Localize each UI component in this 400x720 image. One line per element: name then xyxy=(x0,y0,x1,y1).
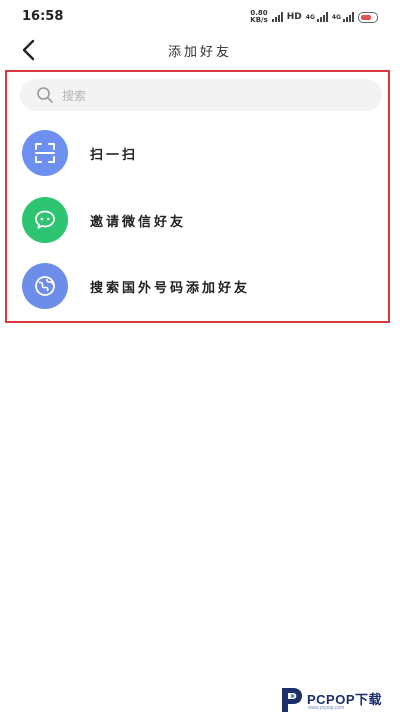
wechat-icon-badge xyxy=(22,197,68,243)
nav-bar: 添加好友 xyxy=(0,32,400,68)
hd-label: HD xyxy=(286,12,302,22)
status-icons: 0.80 KB/s HD 4G 4G xyxy=(250,10,378,24)
signal-icon-3 xyxy=(343,12,354,22)
watermark-url: www.pcpop.com xyxy=(308,705,345,711)
status-time: 16:58 xyxy=(22,9,64,24)
watermark: PCPOP下载 www.pcpop.com xyxy=(276,684,396,716)
search-icon xyxy=(37,87,53,103)
wechat-icon xyxy=(35,210,55,229)
status-bar: 16:58 0.80 KB/s HD 4G 4G xyxy=(0,0,400,32)
globe-icon xyxy=(35,276,55,296)
network-speed-unit: KB/s xyxy=(250,16,268,24)
foreign-number-label: 搜索国外号码添加好友 xyxy=(90,281,251,296)
scan-icon xyxy=(35,143,55,163)
network-type-1: 4G xyxy=(305,13,315,21)
invite-wechat-label: 邀请微信好友 xyxy=(90,215,187,230)
foreign-number-action[interactable]: 搜索国外号码添加好友 xyxy=(22,263,382,309)
scan-action[interactable]: 扫一扫 xyxy=(22,130,382,176)
search-input[interactable] xyxy=(60,79,364,113)
signal-icon xyxy=(271,12,283,22)
network-speed: 0.80 KB/s xyxy=(250,10,267,24)
battery-icon xyxy=(358,11,378,23)
page-title: 添加好友 xyxy=(167,45,232,60)
scan-label: 扫一扫 xyxy=(90,148,139,163)
pcpop-logo-icon xyxy=(282,688,302,712)
network-type-2: 4G xyxy=(331,13,341,21)
globe-icon-badge xyxy=(22,263,68,309)
signal-icon-2 xyxy=(316,12,328,22)
search-bar[interactable] xyxy=(20,79,382,113)
scan-icon-badge xyxy=(22,130,68,176)
invite-wechat-action[interactable]: 邀请微信好友 xyxy=(22,197,382,243)
